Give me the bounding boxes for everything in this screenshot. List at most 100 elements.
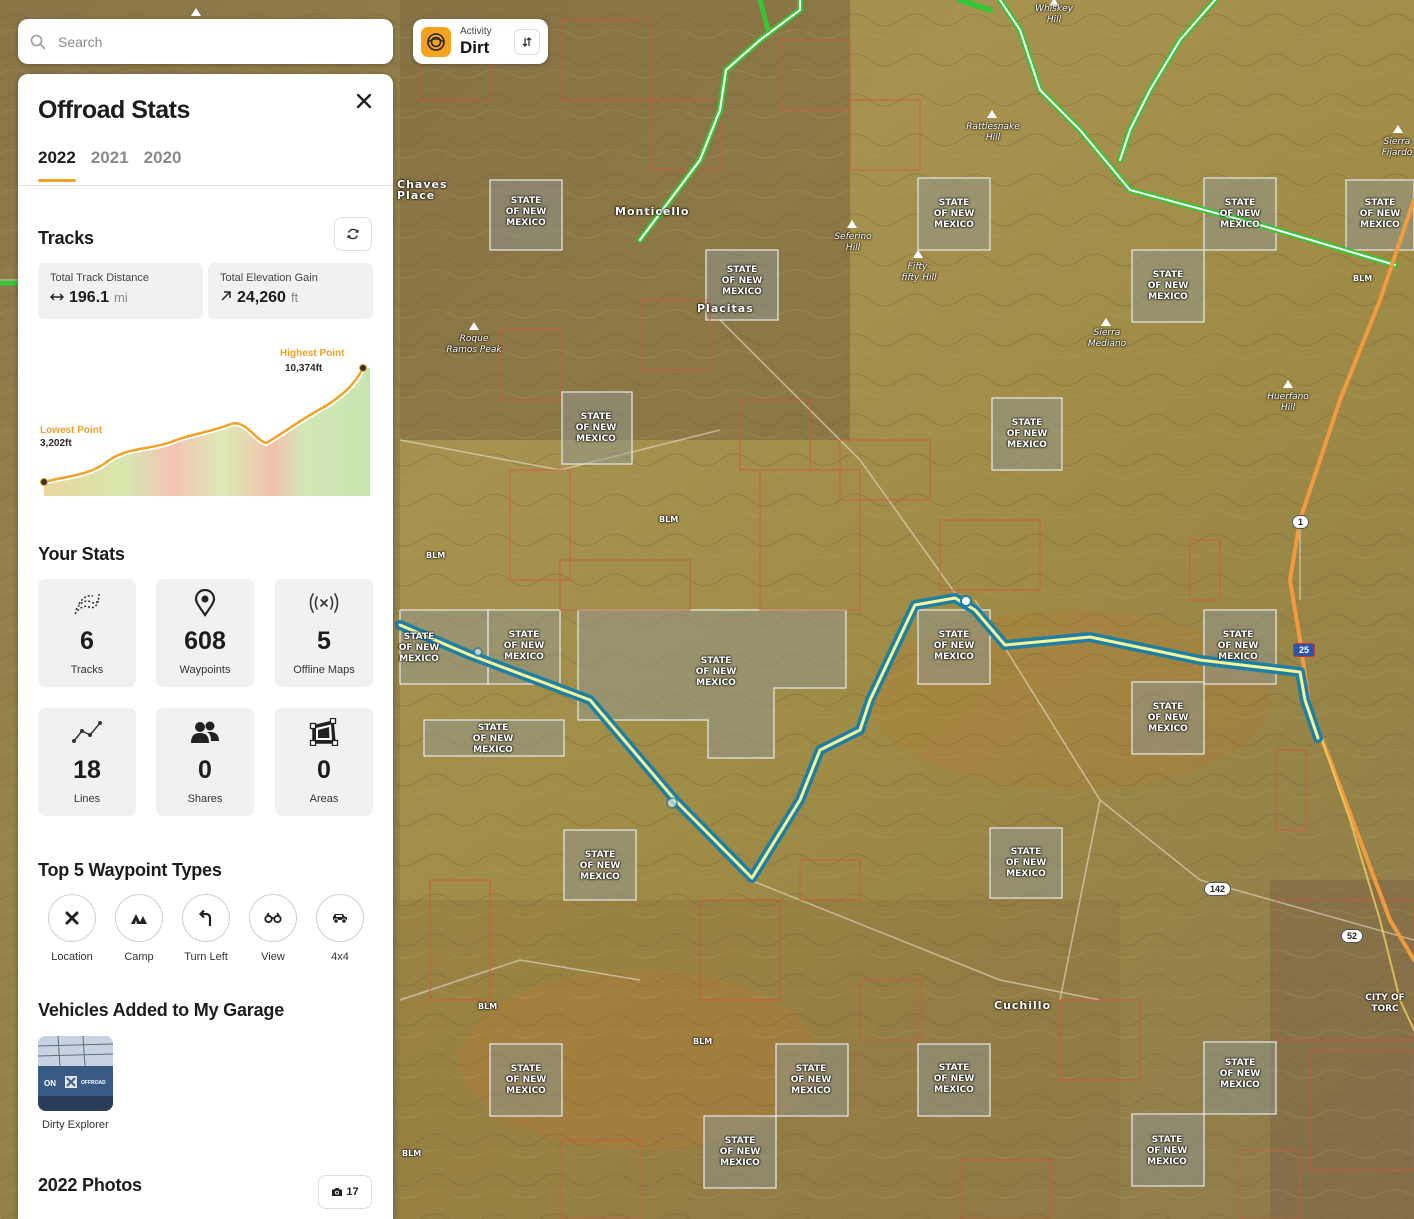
photos-heading: 2022 Photos [38,1175,142,1195]
waypoint-types-heading: Top 5 Waypoint Types [38,860,222,880]
distance-label: Total Track Distance [50,272,150,284]
tracks-icon [74,593,100,615]
lowest-point-value: 3,202ft [40,438,72,449]
highest-point-label: Highest Point [280,348,345,359]
tracks-count: 6 [80,627,94,655]
state-land-label: STATE OF NEW MEXICO [721,265,763,297]
activity-label: Activity [460,26,492,37]
road-shield: 142 [1204,882,1232,896]
waypoint-type-turn-left[interactable]: Turn Left [176,894,236,963]
vehicle-name: Dirty Explorer [42,1119,109,1131]
vehicle-thumb-text-left: ON [44,1079,56,1088]
close-button[interactable] [351,88,377,114]
4x4-icon [333,914,347,924]
town-label-chaves: Chaves Place [397,178,448,202]
road-shield: 1 [1292,515,1310,529]
stat-card-offline-maps[interactable]: 5 Offline Maps [275,579,373,687]
offline-maps-count: 5 [317,627,331,655]
line-icon [72,721,102,743]
activity-value: Dirt [460,38,490,57]
town-label-monticello: Monticello [615,205,690,218]
waypoint-type-location[interactable]: Location [42,894,102,963]
year-tabs: 2022 2021 2020 [38,148,181,182]
search-input[interactable] [58,33,358,50]
state-land-label: STATE OF NEW MEXICO [1006,418,1048,450]
refresh-button[interactable] [334,217,372,251]
peak-icon [469,322,479,330]
blm-label: BLM [693,1037,713,1046]
waypoint-type-view[interactable]: View [243,894,303,963]
town-label-cuchillo: Cuchillo [994,999,1052,1012]
area-icon [309,718,339,746]
gain-unit: ft [290,290,299,305]
state-land-label: STATE OF NEW MEXICO [933,630,975,662]
vehicle-photo: ON OFFROAD [38,1036,113,1111]
stat-card-lines[interactable]: 18 Lines [38,708,136,816]
state-land-label: STATE OF NEW MEXICO [398,632,440,664]
photo-count: 17 [346,1186,359,1198]
activity-filter-button[interactable] [514,29,540,55]
offline-maps-icon [309,593,339,613]
peak-label-seferino: Seferino Hill [834,232,872,253]
peak-label-sierra-mediano: Sierra Mediano [1087,328,1127,349]
peak-label-huerfano: Huerfano Hill [1267,392,1309,413]
peak-icon [987,110,997,118]
waypoint-type-camp[interactable]: Camp [109,894,169,963]
distance-value: 196.1 [69,289,110,306]
distance-unit: mi [114,290,128,305]
x-marker-icon [65,911,79,925]
peak-icon [1283,380,1293,388]
state-land-label: STATE OF NEW MEXICO [719,1136,761,1168]
city-label-torc: CITY OF TORC [1365,993,1405,1014]
tracks-heading: Tracks [38,228,94,248]
stat-card-shares[interactable]: 0 Shares [156,708,254,816]
elevation-profile-chart: Lowest Point 3,202ft Highest Point 10,37… [36,336,376,506]
state-land-label: STATE OF NEW MEXICO [579,850,621,882]
camp-icon [131,914,147,924]
photo-count-button[interactable]: 17 [318,1175,372,1209]
town-label-placitas: Placitas [697,302,754,315]
state-land-label: STATE OF NEW MEXICO [933,1063,975,1095]
vehicle-thumbnail[interactable]: ON OFFROAD [38,1036,113,1111]
search-bar[interactable] [18,19,393,64]
state-land-label: STATE OF NEW MEXICO [790,1064,832,1096]
waypoint-type-4x4[interactable]: 4x4 [310,894,370,963]
blm-label: BLM [478,1002,498,1011]
horizontal-arrows-icon [50,293,64,301]
tracks-label: Tracks [70,664,104,676]
blm-label: BLM [402,1149,422,1158]
peak-label-rattlesnake: Rattlesnake Hill [966,122,1020,143]
blm-label: BLM [659,515,679,524]
activity-selector[interactable]: Activity Dirt [413,19,548,64]
refresh-icon [347,228,359,240]
waypoint-type-label: Camp [124,951,154,963]
interstate-shield: 25 [1293,643,1316,657]
stat-card-tracks[interactable]: 6 Tracks [38,579,136,687]
tab-2020[interactable]: 2020 [144,148,182,182]
stat-card-waypoints[interactable]: 608 Waypoints [156,579,254,687]
state-land-label: STATE OF NEW MEXICO [575,412,617,444]
state-land-label: STATE OF NEW MEXICO [1147,270,1189,302]
search-icon [30,34,46,49]
tab-2022[interactable]: 2022 [38,148,76,182]
areas-count: 0 [317,756,331,784]
dirt-activity-icon [421,26,451,57]
garage-heading: Vehicles Added to My Garage [38,1000,285,1020]
elevation-profile-svg [40,364,370,496]
waypoint-type-label: 4x4 [331,951,349,963]
state-land-label: STATE OF NEW MEXICO [503,630,545,662]
arrow-up-right-icon [221,291,231,301]
shares-label: Shares [187,793,223,805]
peak-icon [1101,318,1111,326]
state-land-label: STATE OF NEW MEXICO [1359,198,1401,230]
blm-label: BLM [1353,274,1373,283]
turn-left-icon [198,909,212,926]
users-icon [191,721,219,743]
state-land-label: STATE OF NEW MEXICO [695,656,737,688]
gain-value: 24,260 [237,289,286,306]
blm-label: BLM [426,551,446,560]
tab-2021[interactable]: 2021 [91,148,129,182]
stat-card-areas[interactable]: 0 Areas [275,708,373,816]
elevation-gain-card: Total Elevation Gain 24,260 ft [208,263,373,319]
gain-label: Total Elevation Gain [220,272,318,284]
